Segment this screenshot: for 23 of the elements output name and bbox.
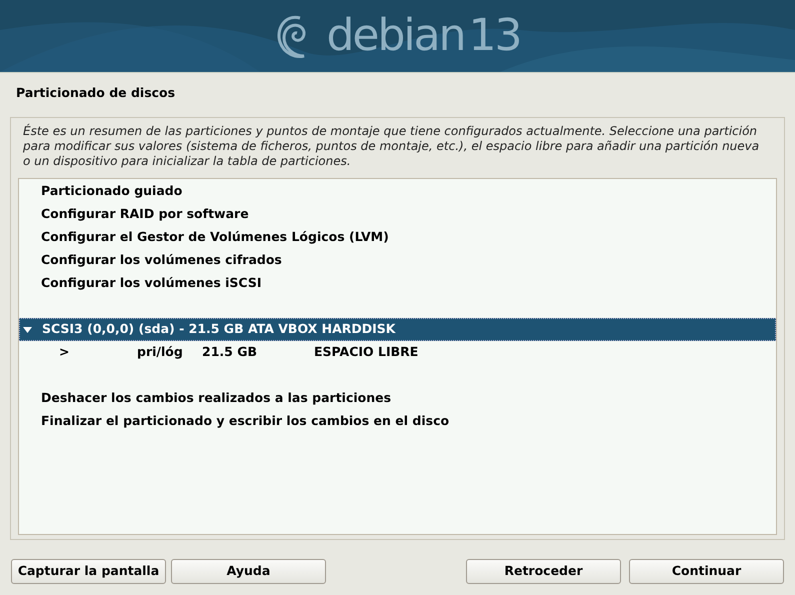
logo-text: debian — [326, 14, 464, 58]
partition-marker: > — [59, 343, 70, 362]
description-text: Éste es un resumen de las particiones y puntos de montaje que tiene configurados actualmente. Seleccione una partición para modificar sus valores (sistema de ficheros, puntos de montaje, etc.), el espacio libre para añadir una partición nueva o un dispositivo para inicializar la tabla de particiones. — [22, 124, 760, 169]
menu-item[interactable]: Deshacer los cambios realizados a las particiones — [19, 387, 776, 410]
menu-item[interactable]: Configurar RAID por software — [19, 203, 776, 226]
menu-item[interactable]: Configurar el Gestor de Volúmenes Lógicos (LVM) — [19, 226, 776, 249]
partition-size: 21.5 GB — [202, 343, 258, 362]
partition-row[interactable]: > pri/lóg 21.5 GB ESPACIO LIBRE — [19, 341, 776, 364]
version-text: 13 — [468, 14, 520, 58]
partition-description: ESPACIO LIBRE — [314, 343, 418, 362]
disk-row[interactable]: SCSI3 (0,0,0) (sda) - 21.5 GB ATA VBOX HARDDISK — [19, 318, 776, 341]
menu-item[interactable]: Configurar los volúmenes iSCSI — [19, 272, 776, 295]
dialog-button[interactable]: Retroceder — [466, 559, 621, 584]
disk-label: SCSI3 (0,0,0) (sda) - 21.5 GB ATA VBOX HARDDISK — [42, 320, 396, 338]
dialog-button[interactable]: Ayuda — [171, 559, 326, 584]
partition-type: pri/lóg — [137, 343, 184, 362]
menu-item[interactable]: Finalizar el particionado y escribir los cambios en el disco — [19, 410, 776, 433]
menu-item[interactable]: Configurar los volúmenes cifrados — [19, 249, 776, 272]
page-title: Particionado de discos — [16, 84, 176, 102]
expanded-triangle-icon[interactable] — [23, 327, 32, 333]
dialog-button[interactable]: Capturar la pantalla — [11, 559, 166, 584]
menu-item[interactable]: Particionado guiado — [19, 180, 776, 203]
dialog-button[interactable]: Continuar — [629, 559, 784, 584]
